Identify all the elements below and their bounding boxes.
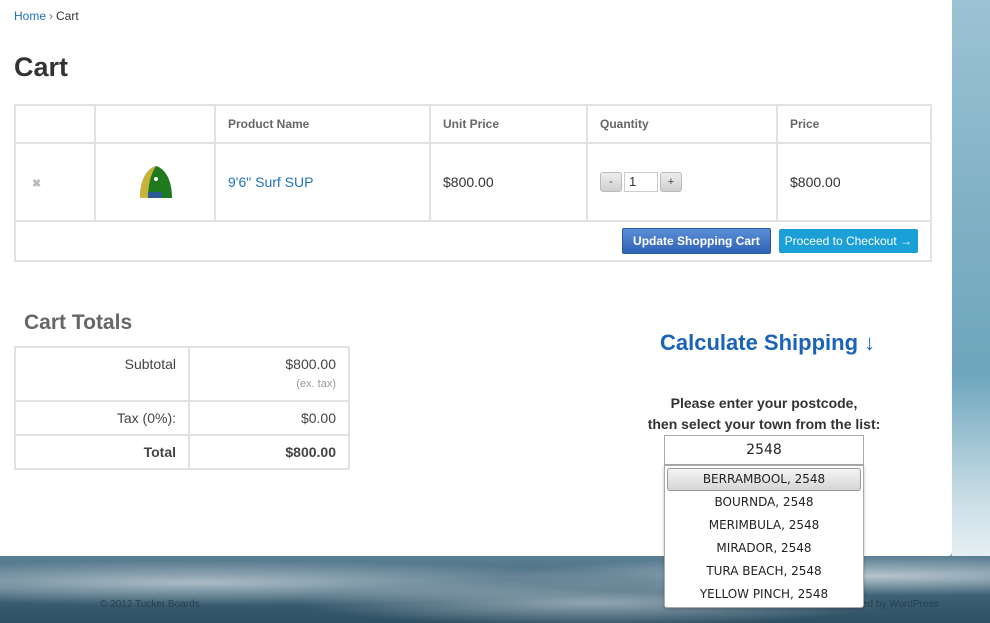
town-option[interactable]: BOURNDA, 2548	[665, 491, 863, 514]
quantity-plus-button[interactable]: +	[660, 172, 682, 192]
totals-row-total: Total $800.00	[14, 434, 350, 470]
town-option[interactable]: MIRADOR, 2548	[665, 537, 863, 560]
breadcrumb: Home › Cart	[14, 9, 79, 23]
cart-item-row: ✖ 9'6" Surf SUP $800.00 - 1 + $800.00	[14, 142, 932, 222]
totals-row-tax: Tax (0%): $0.00	[14, 400, 350, 436]
town-option[interactable]: TURA BEACH, 2548	[665, 560, 863, 583]
remove-item-icon[interactable]: ✖	[28, 178, 41, 190]
update-cart-button[interactable]: Update Shopping Cart	[622, 228, 771, 254]
product-thumbnail[interactable]	[136, 165, 174, 199]
page-title: Cart	[14, 52, 69, 82]
postcode-input[interactable]: 2548	[664, 435, 864, 465]
subtotal-label: Subtotal	[14, 346, 190, 402]
footer-copyright: © 2012 Tucker Boards	[100, 599, 200, 610]
quantity-input[interactable]: 1	[624, 172, 658, 192]
totals-row-subtotal: Subtotal $800.00 (ex. tax)	[14, 346, 350, 402]
cart-totals-table: Subtotal $800.00 (ex. tax) Tax (0%): $0.…	[14, 346, 350, 470]
header-product-name: Product Name	[214, 104, 431, 144]
header-remove	[14, 104, 96, 144]
calculate-shipping-title[interactable]: Calculate Shipping ↓	[660, 330, 875, 356]
shipping-instruction-line-2: then select your town from the list:	[647, 416, 881, 432]
subtotal-value: $800.00	[285, 356, 336, 372]
cart-header-row: Product Name Unit Price Quantity Price	[14, 104, 932, 144]
total-label: Total	[14, 434, 190, 470]
town-select-list[interactable]: BERRAMBOOL, 2548 BOURNDA, 2548 MERIMBULA…	[664, 465, 864, 608]
header-unit-price: Unit Price	[429, 104, 588, 144]
breadcrumb-current: Cart	[56, 9, 79, 23]
town-option-selected[interactable]: BERRAMBOOL, 2548	[667, 468, 861, 491]
quantity-stepper: - 1 +	[600, 172, 682, 192]
header-quantity: Quantity	[586, 104, 778, 144]
product-name-link[interactable]: 9'6" Surf SUP	[228, 174, 313, 190]
tax-label: Tax (0%):	[14, 400, 190, 436]
header-price: Price	[776, 104, 932, 144]
shipping-instruction-line-1: Please enter your postcode,	[670, 395, 858, 411]
total-value: $800.00	[188, 434, 350, 470]
subtotal-note: (ex. tax)	[296, 378, 336, 390]
unit-price-cell: $800.00	[429, 142, 588, 222]
cart-totals-title: Cart Totals	[24, 311, 133, 334]
cart-actions-row: Update Shopping Cart Proceed to Checkout…	[14, 220, 932, 262]
footer-credit: ed by WordPress	[862, 599, 939, 610]
price-cell: $800.00	[776, 142, 932, 222]
proceed-to-checkout-button[interactable]: Proceed to Checkout →	[778, 229, 918, 253]
quantity-minus-button[interactable]: -	[600, 172, 622, 192]
background-sea-right	[952, 0, 990, 623]
tax-value: $0.00	[188, 400, 350, 436]
shipping-instructions: Please enter your postcode, then select …	[614, 393, 914, 435]
breadcrumb-home-link[interactable]: Home	[14, 9, 46, 23]
town-option[interactable]: MERIMBULA, 2548	[665, 514, 863, 537]
town-option[interactable]: YELLOW PINCH, 2548	[665, 583, 863, 606]
header-thumbnail	[94, 104, 216, 144]
cart-table: Product Name Unit Price Quantity Price ✖…	[14, 104, 932, 262]
breadcrumb-separator: ›	[49, 9, 54, 23]
